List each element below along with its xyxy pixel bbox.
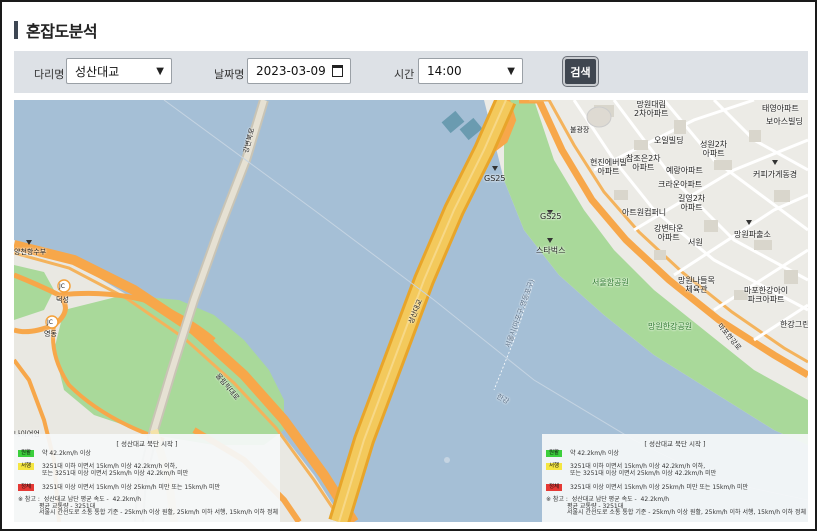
legend-panel-right: [ 성산대교 북단 시작 ] 원활 약 42.2km/h 이상 서행 3251대…: [542, 434, 808, 522]
legend-row-smooth: 원활 약 42.2km/h 이상: [18, 450, 91, 457]
jc-label: JC: [47, 319, 53, 326]
smooth-badge: 원활: [546, 450, 562, 457]
chevron-down-icon: ▼: [156, 66, 164, 77]
search-button[interactable]: 검색: [563, 57, 598, 86]
map-label: 한강그린: [780, 320, 808, 329]
smooth-text: 약 42.2km/h 이상: [42, 450, 91, 457]
map-label: 망원한강공원: [648, 322, 693, 331]
page-header: 혼잡도분석: [14, 18, 98, 42]
map-label: 성원2차 아파트: [700, 140, 728, 158]
legend-note: ※ 참고 : 성산대교 남단 평균 속도 - 42.2km/h 평균 교통량 -…: [546, 496, 806, 516]
map-label: 예랑아파트: [666, 166, 703, 175]
traffic-map[interactable]: 망원대림 2차아파트 태영아파트 보아스빌딩 불광장 오일빌딩 성원2차 아파트…: [14, 100, 808, 522]
map-label: 마포한강아이 파크아파트: [744, 286, 789, 304]
smooth-text: 약 42.2km/h 이상: [570, 450, 619, 457]
map-label: 태영아파트: [762, 104, 799, 113]
legend-panel-left: [ 성산대교 북단 시작 ] 원활 약 42.2km/h 이상 서행 3251대…: [14, 434, 280, 522]
jam-text: 3251대 이상 이면서 15km/h 이상 25km/h 미만 또는 15km…: [570, 484, 749, 491]
map-label: 커피가게동경: [753, 170, 798, 179]
map-label: 망원대림 2차아파트: [634, 100, 669, 118]
map-label: 망원파출소: [734, 230, 771, 239]
legend-row-slow: 서행 3251대 이하 이면서 15km/h 이상 42.2km/h 이하, 또…: [546, 463, 716, 477]
jam-badge: 정체: [18, 484, 34, 491]
legend-row-slow: 서행 3251대 이하 이면서 15km/h 이상 42.2km/h 이하, 또…: [18, 463, 188, 477]
map-label: GS25: [540, 212, 562, 221]
bridge-select[interactable]: 성산대교 ▼: [66, 58, 172, 84]
jam-text: 3251대 이상 이면서 15km/h 이상 25km/h 미만 또는 15km…: [42, 484, 221, 491]
map-label: GS25: [484, 174, 506, 183]
filter-bar: 다리명 : 성산대교 ▼ 날짜명 : 2023-03-09 시간 : 14:00…: [14, 51, 808, 93]
slow-text: 3251대 이하 이면서 15km/h 이상 42.2km/h 이하, 또는 3…: [42, 463, 189, 477]
calendar-icon[interactable]: [332, 65, 343, 77]
slow-badge: 서행: [18, 463, 34, 470]
date-label: 날짜명 :: [214, 68, 252, 81]
slow-text: 3251대 이하 이면서 15km/h 이상 42.2km/h 이하, 또는 3…: [570, 463, 717, 477]
smooth-badge: 원활: [18, 450, 34, 457]
map-label: 불광장: [570, 126, 590, 134]
time-select[interactable]: 14:00 ▼: [418, 58, 523, 84]
map-label: 길영2차 아파트: [678, 194, 706, 212]
map-label: 덕성: [56, 296, 69, 304]
legend-row-smooth: 원활 약 42.2km/h 이상: [546, 450, 619, 457]
page-frame: 혼잡도분석 다리명 : 성산대교 ▼ 날짜명 : 2023-03-09 시간 :…: [0, 0, 817, 531]
map-label: 영동: [44, 330, 57, 338]
map-label: 스타벅스: [536, 246, 566, 255]
legend-row-jam: 정체 3251대 이상 이면서 15km/h 이상 25km/h 미만 또는 1…: [546, 484, 748, 491]
map-label: 서원: [688, 238, 703, 247]
date-input[interactable]: 2023-03-09: [247, 58, 351, 84]
map-label: 현진에버빌 아파트: [590, 158, 627, 176]
jam-badge: 정체: [546, 484, 562, 491]
chevron-down-icon: ▼: [507, 66, 515, 77]
page-title: 혼잡도분석: [26, 22, 98, 41]
map-label: 강변타운 아파트: [654, 224, 684, 242]
date-input-value: 2023-03-09: [256, 64, 326, 78]
map-label: 크라운아파트: [658, 180, 703, 189]
legend-row-jam: 정체 3251대 이상 이면서 15km/h 이상 25km/h 미만 또는 1…: [18, 484, 220, 491]
legend-title: [ 성산대교 북단 시작 ]: [116, 440, 178, 448]
time-select-value: 14:00: [427, 64, 462, 78]
legend-title: [ 성산대교 북단 시작 ]: [644, 440, 706, 448]
map-label: 양천항수부: [14, 248, 47, 256]
title-accent-bar: [14, 21, 18, 39]
map-label: 오일빌딩: [654, 136, 684, 145]
jc-label: JC: [59, 283, 65, 290]
slow-badge: 서행: [546, 463, 562, 470]
map-label: 보아스빌딩: [766, 117, 803, 126]
map-label: 서울함공원: [592, 278, 629, 287]
map-label: 망원나들목 체육관: [678, 276, 715, 294]
bridge-select-value: 성산대교: [75, 64, 120, 79]
legend-note: ※ 참고 : 성산대교 남단 평균 속도 - 42.2km/h 평균 교통량 -…: [18, 496, 278, 516]
map-label: 아트원컴퍼니: [622, 208, 667, 217]
map-label: 참조은2차 아파트: [626, 154, 661, 172]
